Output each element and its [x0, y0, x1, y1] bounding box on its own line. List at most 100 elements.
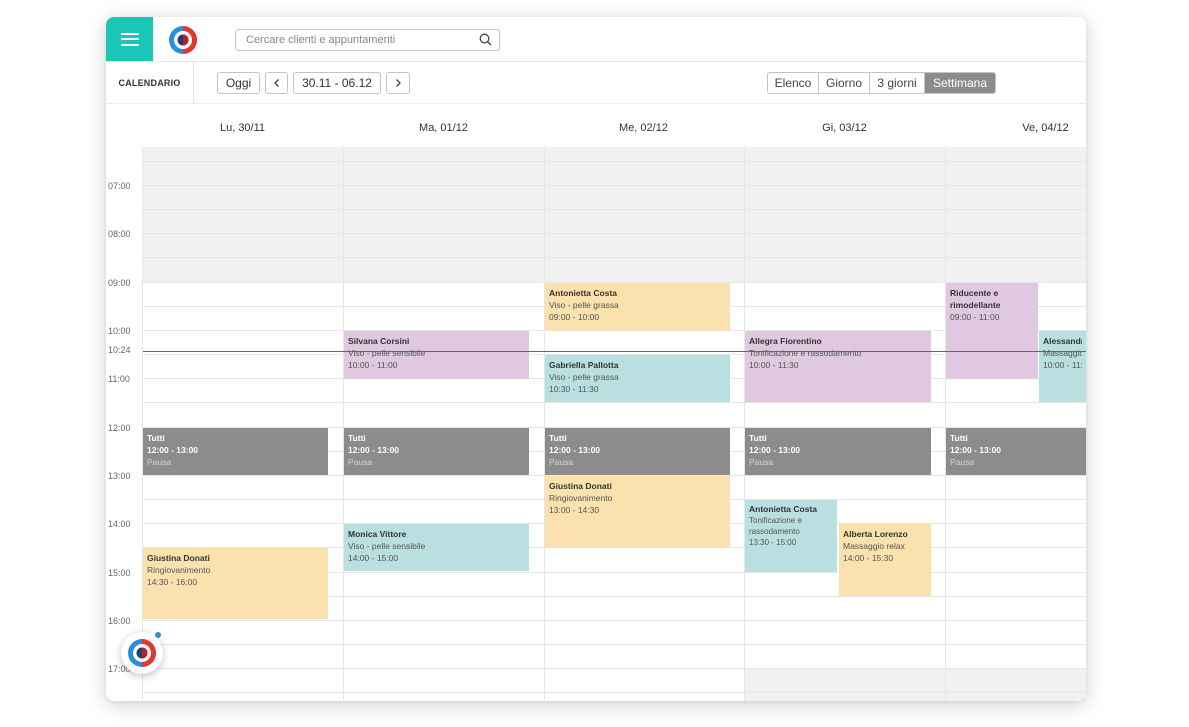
- break-block[interactable]: Tutti 12:00 - 13:00 Pausa: [143, 428, 328, 475]
- appointment-time: 09:00 - 10:00: [549, 312, 600, 322]
- break-block[interactable]: Tutti 12:00 - 13:00 Pausa: [745, 428, 931, 475]
- appointment[interactable]: Silvana Corsini Viso - pelle sensibile 1…: [344, 331, 529, 379]
- break-label: Pausa: [950, 457, 975, 467]
- view-week-button[interactable]: Settimana: [925, 73, 995, 93]
- day-headers: Lu, 30/11 Ma, 01/12 Me, 02/12 Gi, 03/12 …: [106, 104, 1086, 147]
- hour-label: 07:00: [108, 181, 131, 191]
- appointment-client: Giustina Donati: [147, 553, 210, 563]
- view-3days-button[interactable]: 3 giorni: [870, 73, 925, 93]
- appointment-client: Monica Vittore: [348, 529, 407, 539]
- view-day-button[interactable]: Giorno: [819, 73, 870, 93]
- appointment-time: 13:30 - 15:00: [749, 538, 797, 547]
- break-time: 12:00 - 13:00: [147, 445, 199, 455]
- hamburger-icon: [120, 32, 139, 46]
- prev-week-button[interactable]: [265, 72, 288, 94]
- appointment-service: Massaggio re: [1043, 348, 1082, 358]
- appointment-service: Viso - pelle sensibile: [348, 348, 426, 358]
- view-switcher: Elenco Giorno 3 giorni Settimana: [767, 72, 996, 94]
- appointment[interactable]: Allegra Fiorentino Tonificazione e rasso…: [745, 331, 931, 402]
- appointment-client: Alessandra: [1043, 336, 1082, 346]
- hour-label: 08:00: [108, 229, 131, 239]
- appointment-service: Tonificazione e rassodamento: [749, 348, 862, 358]
- appointment[interactable]: Giustina Donati Ringiovanimento 14:30 - …: [143, 548, 328, 619]
- break-block[interactable]: Tutti 12:00 - 13:00 Pausa: [344, 428, 529, 475]
- appointment[interactable]: Antonietta Costa Viso - pelle grassa 09:…: [545, 283, 730, 330]
- break-label: Pausa: [348, 457, 373, 467]
- break-label: Pausa: [549, 457, 574, 467]
- break-title: Tutti: [348, 433, 366, 443]
- appointment[interactable]: Alberta Lorenzo Massaggio relax 14:00 - …: [839, 524, 931, 596]
- appointment[interactable]: Riducente e rimodellante 09:00 - 11:00: [946, 283, 1038, 379]
- day-header-mon[interactable]: Lu, 30/11: [142, 122, 343, 134]
- appointment-time: 09:00 - 11:00: [950, 312, 1000, 322]
- day-header-fri[interactable]: Ve, 04/12: [945, 122, 1086, 134]
- appointment-service: Ringiovanimento: [147, 565, 211, 575]
- day-header-thu[interactable]: Gi, 03/12: [744, 122, 945, 134]
- appointment-client: Antonietta Costa: [549, 288, 617, 298]
- appointment[interactable]: Alessandra Massaggio re 10:00 - 11:: [1039, 331, 1086, 402]
- view-list-button[interactable]: Elenco: [768, 73, 819, 93]
- break-time: 12:00 - 13:00: [749, 445, 801, 455]
- floating-logo-button[interactable]: [121, 631, 163, 674]
- appointment[interactable]: Monica Vittore Viso - pelle sensibile 14…: [344, 524, 529, 571]
- break-title: Tutti: [147, 433, 165, 443]
- appointment-time: 13:00 - 14:30: [549, 505, 600, 515]
- appointment-time: 10:00 - 11:: [1043, 360, 1082, 370]
- hour-label: 12:00: [108, 423, 131, 433]
- chevron-left-icon: [273, 79, 279, 87]
- break-time: 12:00 - 13:00: [348, 445, 400, 455]
- appointment-time: 10:00 - 11:00: [348, 360, 398, 370]
- next-week-button[interactable]: [386, 72, 410, 94]
- appointment-service: Viso - pelle grassa: [549, 372, 619, 382]
- appointment-service: Viso - pelle grassa: [549, 300, 619, 310]
- current-time-line: [143, 351, 1086, 352]
- appointment-client: Antonietta Costa: [749, 504, 817, 514]
- appointment-service: Viso - pelle sensibile: [348, 541, 426, 551]
- chevron-right-icon: [396, 79, 401, 87]
- appointment-service: Ringiovanimento: [549, 493, 613, 503]
- hour-label: 09:00: [108, 278, 131, 288]
- app-window: CALENDARIO Oggi 30.11 - 06.12 Elenco Gio…: [106, 17, 1086, 701]
- break-label: Pausa: [749, 457, 774, 467]
- week-grid: 07:00 08:00 09:00 10:00 11:00 12:00 13:0…: [106, 147, 1086, 701]
- search-input[interactable]: [236, 30, 466, 50]
- hour-label: 10:00: [108, 326, 131, 336]
- break-label: Pausa: [147, 457, 172, 467]
- hour-label: 16:00: [108, 616, 131, 626]
- search-box[interactable]: [235, 29, 500, 51]
- appointment[interactable]: Antonietta Costa Tonificazione e rassoda…: [745, 500, 837, 572]
- date-range-button[interactable]: 30.11 - 06.12: [293, 72, 381, 94]
- hour-label: 15:00: [108, 568, 131, 578]
- current-time-label: 10:24: [108, 345, 131, 355]
- menu-button[interactable]: [106, 17, 153, 61]
- app-logo[interactable]: [168, 25, 198, 55]
- appointment-service: Massaggio relax: [843, 541, 905, 551]
- appointment-time: 14:00 - 15:00: [348, 553, 399, 563]
- appointment-time: 14:00 - 15:30: [843, 553, 894, 563]
- section-title: CALENDARIO: [106, 62, 194, 104]
- hour-label: 11:00: [108, 374, 130, 384]
- break-title: Tutti: [749, 433, 767, 443]
- appointment-time: 10:00 - 11:30: [749, 360, 799, 370]
- day-header-wed[interactable]: Me, 02/12: [543, 122, 744, 134]
- appointment-client: Alberta Lorenzo: [843, 529, 908, 539]
- today-button[interactable]: Oggi: [217, 72, 260, 94]
- notification-dot: [154, 631, 162, 639]
- appointment-time: 10:30 - 11:30: [549, 384, 599, 394]
- break-block[interactable]: Tutti 12:00 - 13:00 Pausa: [545, 428, 730, 475]
- break-time: 12:00 - 13:00: [950, 445, 1002, 455]
- app-logo-icon: [128, 639, 156, 667]
- appointment[interactable]: Giustina Donati Ringiovanimento 13:00 - …: [545, 476, 730, 547]
- calendar-toolbar: CALENDARIO Oggi 30.11 - 06.12 Elenco Gio…: [106, 61, 1086, 104]
- break-title: Tutti: [549, 433, 567, 443]
- appointment-client: Gabriella Pallotta: [549, 360, 619, 370]
- hour-label: 14:00: [108, 519, 131, 529]
- appointment-client: Giustina Donati: [549, 481, 612, 491]
- break-block[interactable]: Tutti 12:00 - 13:00 Pausa: [946, 428, 1086, 475]
- appointment[interactable]: Gabriella Pallotta Viso - pelle grassa 1…: [545, 355, 730, 402]
- break-title: Tutti: [950, 433, 968, 443]
- appointment-time: 14:30 - 16:00: [147, 577, 198, 587]
- search-icon[interactable]: [479, 33, 492, 46]
- day-header-tue[interactable]: Ma, 01/12: [343, 122, 544, 134]
- break-time: 12:00 - 13:00: [549, 445, 601, 455]
